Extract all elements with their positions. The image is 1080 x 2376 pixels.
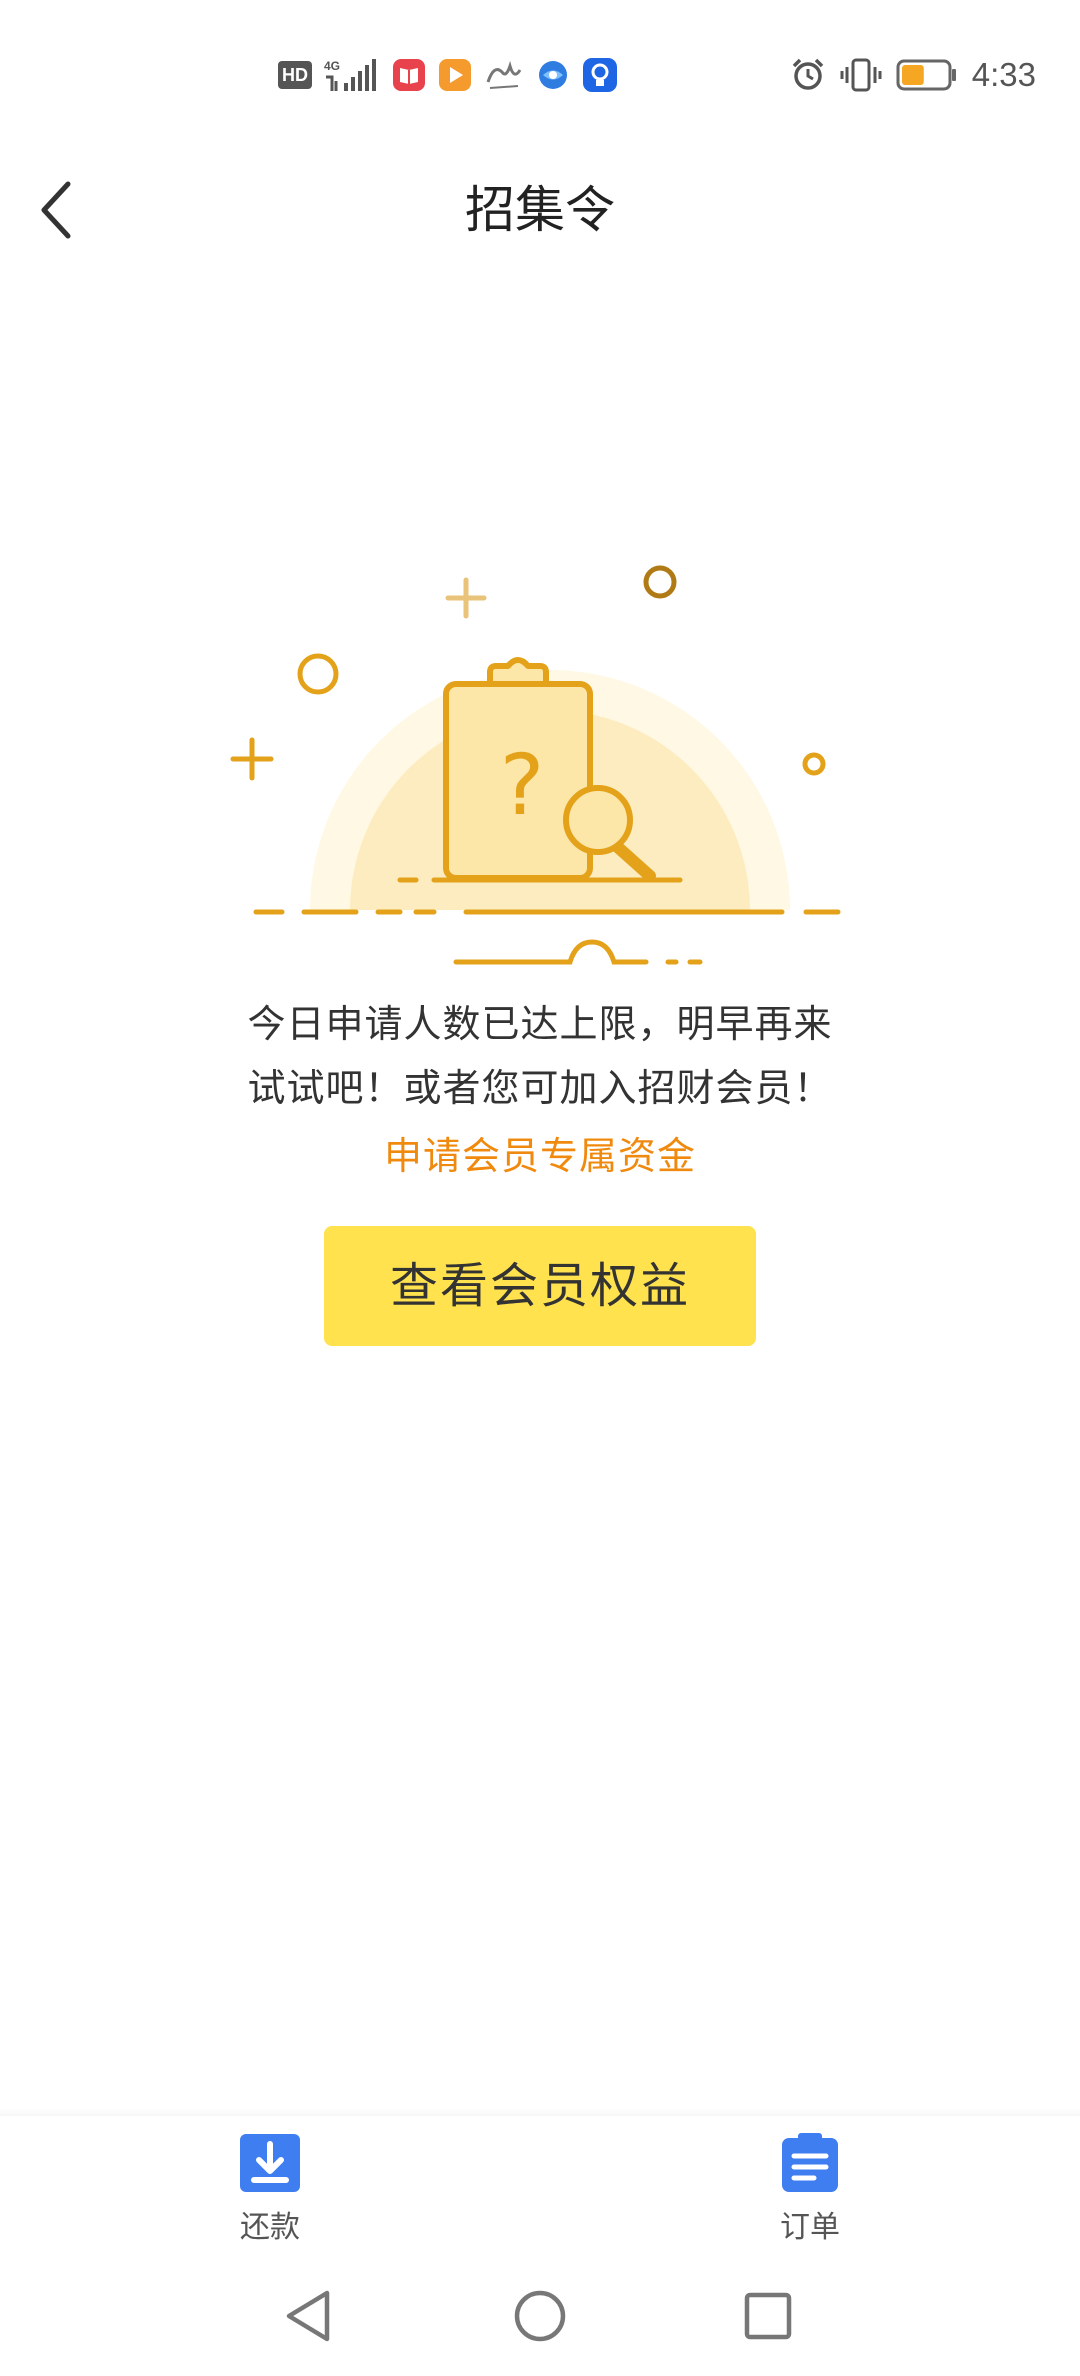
tab-repay[interactable]: 还款 [190, 2132, 350, 2250]
browser-app-icon [536, 58, 570, 92]
home-circle-icon [514, 2290, 566, 2342]
status-right-icons: 4:33 [790, 50, 1036, 100]
limit-reached-message: 今日申请人数已达上限，明早再来 试试吧！或者您可加入招财会员！ [200, 992, 880, 1120]
page-title: 招集令 [465, 181, 615, 239]
nav-recents-button[interactable] [738, 2286, 798, 2346]
status-bar: HD 4G 4:33 [0, 0, 1080, 150]
alarm-icon [790, 57, 826, 93]
status-time: 4:33 [971, 56, 1036, 93]
back-triangle-icon [286, 2290, 330, 2342]
tabbar-divider [0, 2108, 1080, 2116]
tab-repay-label: 还款 [240, 2210, 300, 2245]
battery-level [901, 65, 924, 85]
recents-square-icon [744, 2292, 792, 2340]
back-button[interactable] [36, 150, 126, 270]
network-label: 4G [324, 59, 340, 73]
message-line-1: 今日申请人数已达上限，明早再来 [247, 1002, 833, 1046]
signal-icon: 4G [324, 57, 380, 93]
video-app-icon [438, 58, 472, 92]
page-header: 招集令 [0, 150, 1080, 270]
tab-orders-label: 订单 [780, 2210, 840, 2245]
apply-member-fund-link[interactable]: 申请会员专属资金 [0, 1124, 1080, 1188]
clipboard-order-icon [782, 2133, 838, 2192]
tab-orders[interactable]: 订单 [730, 2132, 890, 2250]
empty-state-illustration: ? [220, 550, 860, 980]
svg-text:?: ? [500, 736, 545, 834]
vibrate-icon [840, 57, 882, 93]
bottom-tab-bar: 还款 订单 [0, 2116, 1080, 2256]
hd-badge: HD [278, 61, 312, 89]
clipboard-question-magnifier-icon: ? [230, 565, 841, 965]
chevron-left-icon [41, 181, 71, 239]
bulb-app-icon [582, 57, 618, 93]
message-line-2: 试试吧！或者您可加入招财会员！ [247, 1066, 833, 1110]
view-member-benefits-button[interactable]: 查看会员权益 [324, 1226, 756, 1346]
status-left-icons: HD 4G [278, 55, 618, 95]
system-nav-bar [0, 2256, 1080, 2376]
battery-icon [896, 58, 958, 92]
book-app-icon [392, 58, 426, 92]
xuexi-app-icon [484, 58, 524, 92]
nav-back-button[interactable] [278, 2286, 338, 2346]
nav-home-button[interactable] [510, 2286, 570, 2346]
download-repay-icon [240, 2134, 300, 2192]
